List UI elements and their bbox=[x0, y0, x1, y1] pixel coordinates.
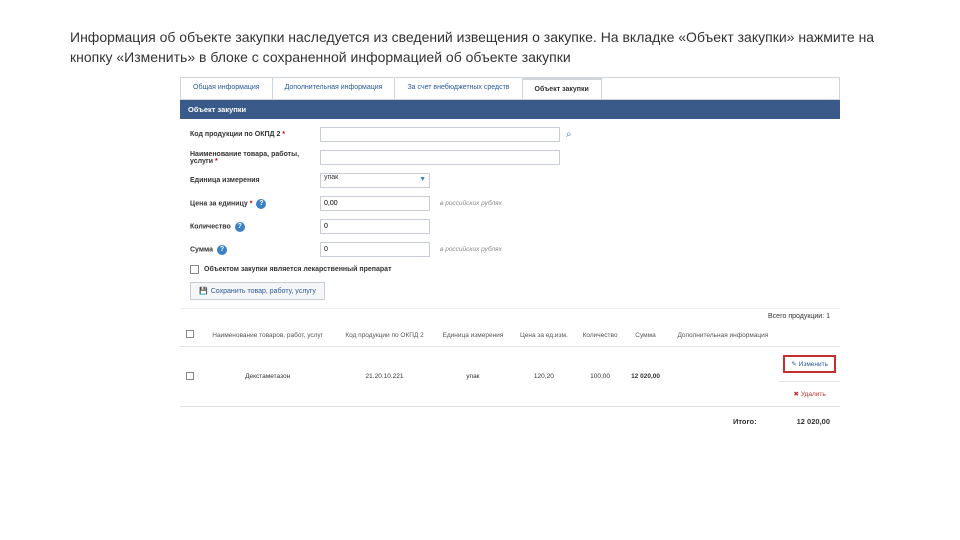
unit-select[interactable]: упак ▼ bbox=[320, 173, 430, 188]
unit-value: упак bbox=[324, 174, 338, 181]
col-unit: Единица измерения bbox=[434, 324, 512, 347]
qty-label: Количество? bbox=[190, 222, 320, 232]
positions-count: Всего продукции: 1 bbox=[180, 308, 840, 324]
name-label: Наименование товара, работы, услуги * bbox=[190, 151, 320, 165]
search-icon[interactable]: ⌕ bbox=[566, 129, 572, 140]
save-icon: 💾 bbox=[199, 287, 208, 295]
drug-checkbox[interactable] bbox=[190, 265, 199, 274]
hint-icon[interactable]: ? bbox=[235, 222, 245, 232]
drug-checkbox-label: Объектом закупки является лекарственный … bbox=[204, 266, 392, 273]
delete-button-label: Удалить bbox=[801, 391, 826, 398]
currency-note: в российских рублях bbox=[440, 200, 502, 207]
hint-icon[interactable]: ? bbox=[217, 245, 227, 255]
row-checkbox[interactable] bbox=[186, 372, 194, 380]
price-input[interactable] bbox=[320, 196, 430, 211]
instruction-text: Информация об объекте закупки наследуетс… bbox=[0, 0, 960, 77]
sum-input[interactable] bbox=[320, 242, 430, 257]
form-area: Код продукции по ОКПД 2 * ⌕ Наименование… bbox=[180, 119, 840, 308]
name-input[interactable] bbox=[320, 150, 560, 165]
pencil-icon: ✎ bbox=[791, 360, 796, 368]
table-row: Декстаметазон 21.20.10.221 упак 120,20 1… bbox=[180, 347, 840, 382]
price-label: Цена за единицу *? bbox=[190, 199, 320, 209]
close-icon: ✖ bbox=[793, 390, 798, 398]
okpd-input[interactable] bbox=[320, 127, 560, 142]
edit-button[interactable]: ✎ Изменить bbox=[783, 355, 836, 373]
cell-okpd: 21.20.10.221 bbox=[335, 347, 433, 407]
save-button-label: Сохранить товар, работу, услугу bbox=[211, 288, 316, 295]
sum-label: Сумма? bbox=[190, 245, 320, 255]
qty-input[interactable] bbox=[320, 219, 430, 234]
cell-name: Декстаметазон bbox=[200, 347, 335, 407]
cell-price: 120,20 bbox=[512, 347, 576, 407]
chevron-down-icon: ▼ bbox=[419, 176, 426, 183]
unit-label: Единица измерения bbox=[190, 177, 320, 184]
tab-budget[interactable]: За счет внебюджетных средств bbox=[395, 78, 522, 99]
tabs-bar: Общая информация Дополнительная информац… bbox=[180, 77, 840, 100]
col-qty: Количество bbox=[576, 324, 625, 347]
cell-sum: 12 020,00 bbox=[625, 347, 667, 407]
total-value: 12 020,00 bbox=[797, 417, 830, 426]
tab-additional[interactable]: Дополнительная информация bbox=[273, 78, 396, 99]
col-extra: Дополнительная информация bbox=[667, 324, 780, 347]
delete-button[interactable]: ✖ Удалить bbox=[793, 390, 825, 398]
col-sum: Сумма bbox=[625, 324, 667, 347]
total-label: Итого: bbox=[733, 417, 757, 426]
select-all-checkbox[interactable] bbox=[186, 330, 194, 338]
currency-note: в российских рублях bbox=[440, 246, 502, 253]
col-price: Цена за ед.изм. bbox=[512, 324, 576, 347]
cell-unit: упак bbox=[434, 347, 512, 407]
tab-object[interactable]: Объект закупки bbox=[523, 78, 602, 99]
col-okpd: Код продукции по ОКПД 2 bbox=[335, 324, 433, 347]
total-row: Итого: 12 020,00 bbox=[180, 406, 840, 436]
app-window: Общая информация Дополнительная информац… bbox=[180, 77, 840, 436]
col-name: Наименование товаров, работ, услуг bbox=[200, 324, 335, 347]
tab-general[interactable]: Общая информация bbox=[181, 78, 273, 99]
products-table: Наименование товаров, работ, услуг Код п… bbox=[180, 324, 840, 406]
edit-button-label: Изменить bbox=[799, 361, 828, 368]
save-product-button[interactable]: 💾 Сохранить товар, работу, услугу bbox=[190, 282, 325, 300]
cell-qty: 100,00 bbox=[576, 347, 625, 407]
section-header: Объект закупки bbox=[180, 100, 840, 119]
okpd-label: Код продукции по ОКПД 2 * bbox=[190, 131, 320, 138]
hint-icon[interactable]: ? bbox=[256, 199, 266, 209]
